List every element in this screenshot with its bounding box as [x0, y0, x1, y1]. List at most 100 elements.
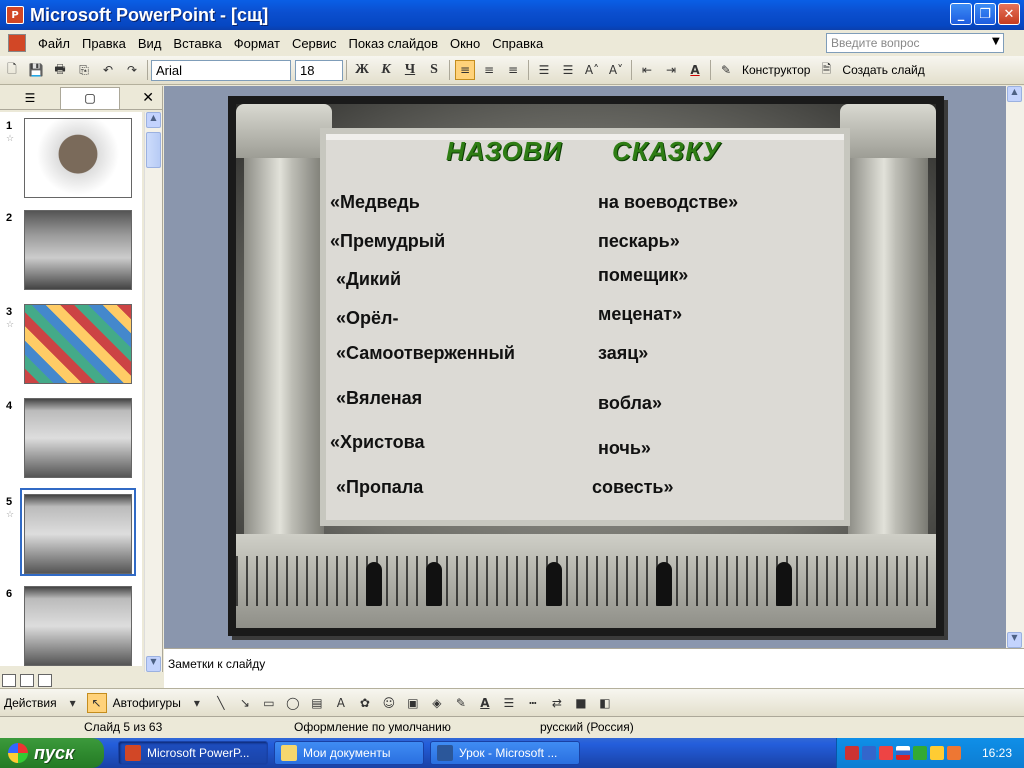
right-text-4[interactable]: меценат» [598, 304, 682, 325]
autoshapes-dropdown-icon[interactable]: ▾ [187, 693, 207, 713]
decrease-font-icon[interactable]: A˅ [606, 60, 626, 80]
rectangle-icon[interactable]: ▭ [259, 693, 279, 713]
scroll-thumb[interactable] [146, 132, 161, 168]
font-color-icon[interactable]: A [475, 693, 495, 713]
slide-thumbnail-2[interactable] [24, 210, 132, 290]
underline-button[interactable]: Ч [400, 60, 420, 80]
antivirus-icon[interactable] [879, 746, 893, 760]
print-icon[interactable]: 🖶 [50, 60, 70, 80]
font-color-icon[interactable]: A [685, 60, 705, 80]
help-question-input[interactable]: Введите вопрос [826, 33, 1004, 53]
align-right-icon[interactable]: ≡ [503, 60, 523, 80]
right-text-5[interactable]: заяц» [598, 343, 648, 364]
taskbar-my-documents[interactable]: Мои документы [274, 741, 424, 765]
actions-dropdown-icon[interactable]: ▾ [63, 693, 83, 713]
menu-slideshow[interactable]: Показ слайдов [342, 36, 444, 51]
menu-format[interactable]: Формат [228, 36, 286, 51]
arrow-icon[interactable]: ↘ [235, 693, 255, 713]
tray-app-icon[interactable] [947, 746, 961, 760]
diagram-icon[interactable]: ✿ [355, 693, 375, 713]
scroll-down-icon[interactable]: ▼ [1007, 632, 1022, 648]
left-text-8[interactable]: «Пропала [336, 477, 423, 498]
left-text-6[interactable]: «Вяленая [336, 388, 422, 409]
fill-color-icon[interactable]: ◈ [427, 693, 447, 713]
bullets-icon[interactable]: ☰ [558, 60, 578, 80]
design-button[interactable]: Конструктор [742, 63, 810, 77]
arrow-style-icon[interactable]: ⇄ [547, 693, 567, 713]
menu-file[interactable]: Файл [32, 36, 76, 51]
close-button[interactable]: ✕ [998, 3, 1020, 25]
right-text-8[interactable]: совесть» [592, 477, 674, 498]
numbering-icon[interactable]: ☰ [534, 60, 554, 80]
right-text-3[interactable]: помещик» [598, 265, 688, 286]
right-text-7[interactable]: ночь» [598, 438, 651, 459]
network-icon[interactable] [845, 746, 859, 760]
slideshow-view-button[interactable] [38, 673, 52, 687]
right-text-2[interactable]: пескарь» [598, 231, 680, 252]
slide-title-right[interactable]: СКАЗКУ [612, 136, 721, 167]
picture-icon[interactable]: ▣ [403, 693, 423, 713]
align-center-icon[interactable]: ≡ [479, 60, 499, 80]
line-color-icon[interactable]: ✎ [451, 693, 471, 713]
autoshapes-menu-button[interactable]: Автофигуры [113, 696, 181, 710]
clock[interactable]: 16:23 [982, 746, 1012, 760]
increase-indent-icon[interactable]: ⇥ [661, 60, 681, 80]
scroll-up-icon[interactable]: ▲ [1007, 86, 1022, 102]
shadow-icon[interactable]: ■ [571, 693, 591, 713]
thumbnails-scrollbar[interactable]: ▲ ▼ [144, 112, 162, 672]
font-size-select[interactable]: 18 [295, 59, 343, 81]
new-slide-button[interactable]: Создать слайд [842, 63, 924, 77]
slide-thumbnail-6[interactable] [24, 586, 132, 666]
align-left-icon[interactable]: ≡ [455, 60, 475, 80]
minimize-button[interactable]: _ [950, 3, 972, 25]
document-icon[interactable] [8, 34, 26, 52]
current-slide[interactable]: НАЗОВИ СКАЗКУ «Медведь на воеводстве» «П… [228, 96, 944, 636]
left-text-3[interactable]: «Дикий [336, 269, 401, 290]
line-icon[interactable]: ╲ [211, 693, 231, 713]
clipart-icon[interactable]: ☺ [379, 693, 399, 713]
start-button[interactable]: пуск [0, 738, 104, 768]
left-text-2[interactable]: «Премудрый [330, 231, 445, 252]
left-text-4[interactable]: «Орёл- [336, 308, 398, 329]
textbox-icon[interactable]: ▤ [307, 693, 327, 713]
notes-pane[interactable]: Заметки к слайду [164, 648, 1024, 688]
decrease-indent-icon[interactable]: ⇤ [637, 60, 657, 80]
slide-title-left[interactable]: НАЗОВИ [446, 136, 562, 167]
menu-window[interactable]: Окно [444, 36, 486, 51]
italic-button[interactable]: К [376, 60, 396, 80]
normal-view-button[interactable] [2, 673, 16, 687]
right-text-6[interactable]: вобла» [598, 393, 662, 414]
shadow-button[interactable]: S [424, 60, 444, 80]
sorter-view-button[interactable] [20, 673, 34, 687]
tray-app-icon[interactable] [913, 746, 927, 760]
volume-icon[interactable] [862, 746, 876, 760]
left-text-7[interactable]: «Христова [330, 432, 425, 453]
language-flag-icon[interactable] [896, 746, 910, 760]
dash-style-icon[interactable]: ┅ [523, 693, 543, 713]
save-icon[interactable]: 💾 [26, 60, 46, 80]
restore-button[interactable]: ❐ [974, 3, 996, 25]
new-file-icon[interactable]: 🗋 [2, 60, 22, 80]
right-text-1[interactable]: на воеводстве» [598, 192, 738, 213]
taskbar-word[interactable]: Урок - Microsoft ... [430, 741, 580, 765]
taskbar-powerpoint[interactable]: Microsoft PowerP... [118, 741, 268, 765]
close-panel-icon[interactable]: ✕ [142, 90, 154, 106]
powerpoint-app-icon[interactable]: P [6, 6, 24, 24]
slides-tab[interactable]: ▢ [60, 86, 120, 109]
line-style-icon[interactable]: ☰ [499, 693, 519, 713]
redo-icon[interactable]: ↷ [122, 60, 142, 80]
3d-icon[interactable]: ◧ [595, 693, 615, 713]
notes-placeholder[interactable]: Заметки к слайду [168, 657, 265, 671]
menu-edit[interactable]: Правка [76, 36, 132, 51]
scroll-down-icon[interactable]: ▼ [146, 656, 161, 672]
wordart-icon[interactable]: A [331, 693, 351, 713]
menu-tools[interactable]: Сервис [286, 36, 343, 51]
increase-font-icon[interactable]: A˄ [582, 60, 602, 80]
font-name-select[interactable]: Arial [151, 59, 291, 81]
actions-menu-button[interactable]: Действия [4, 696, 57, 710]
scroll-up-icon[interactable]: ▲ [146, 112, 161, 128]
undo-icon[interactable]: ↶ [98, 60, 118, 80]
bold-button[interactable]: Ж [352, 60, 372, 80]
copy-icon[interactable]: ⎘ [74, 60, 94, 80]
tray-app-icon[interactable] [930, 746, 944, 760]
